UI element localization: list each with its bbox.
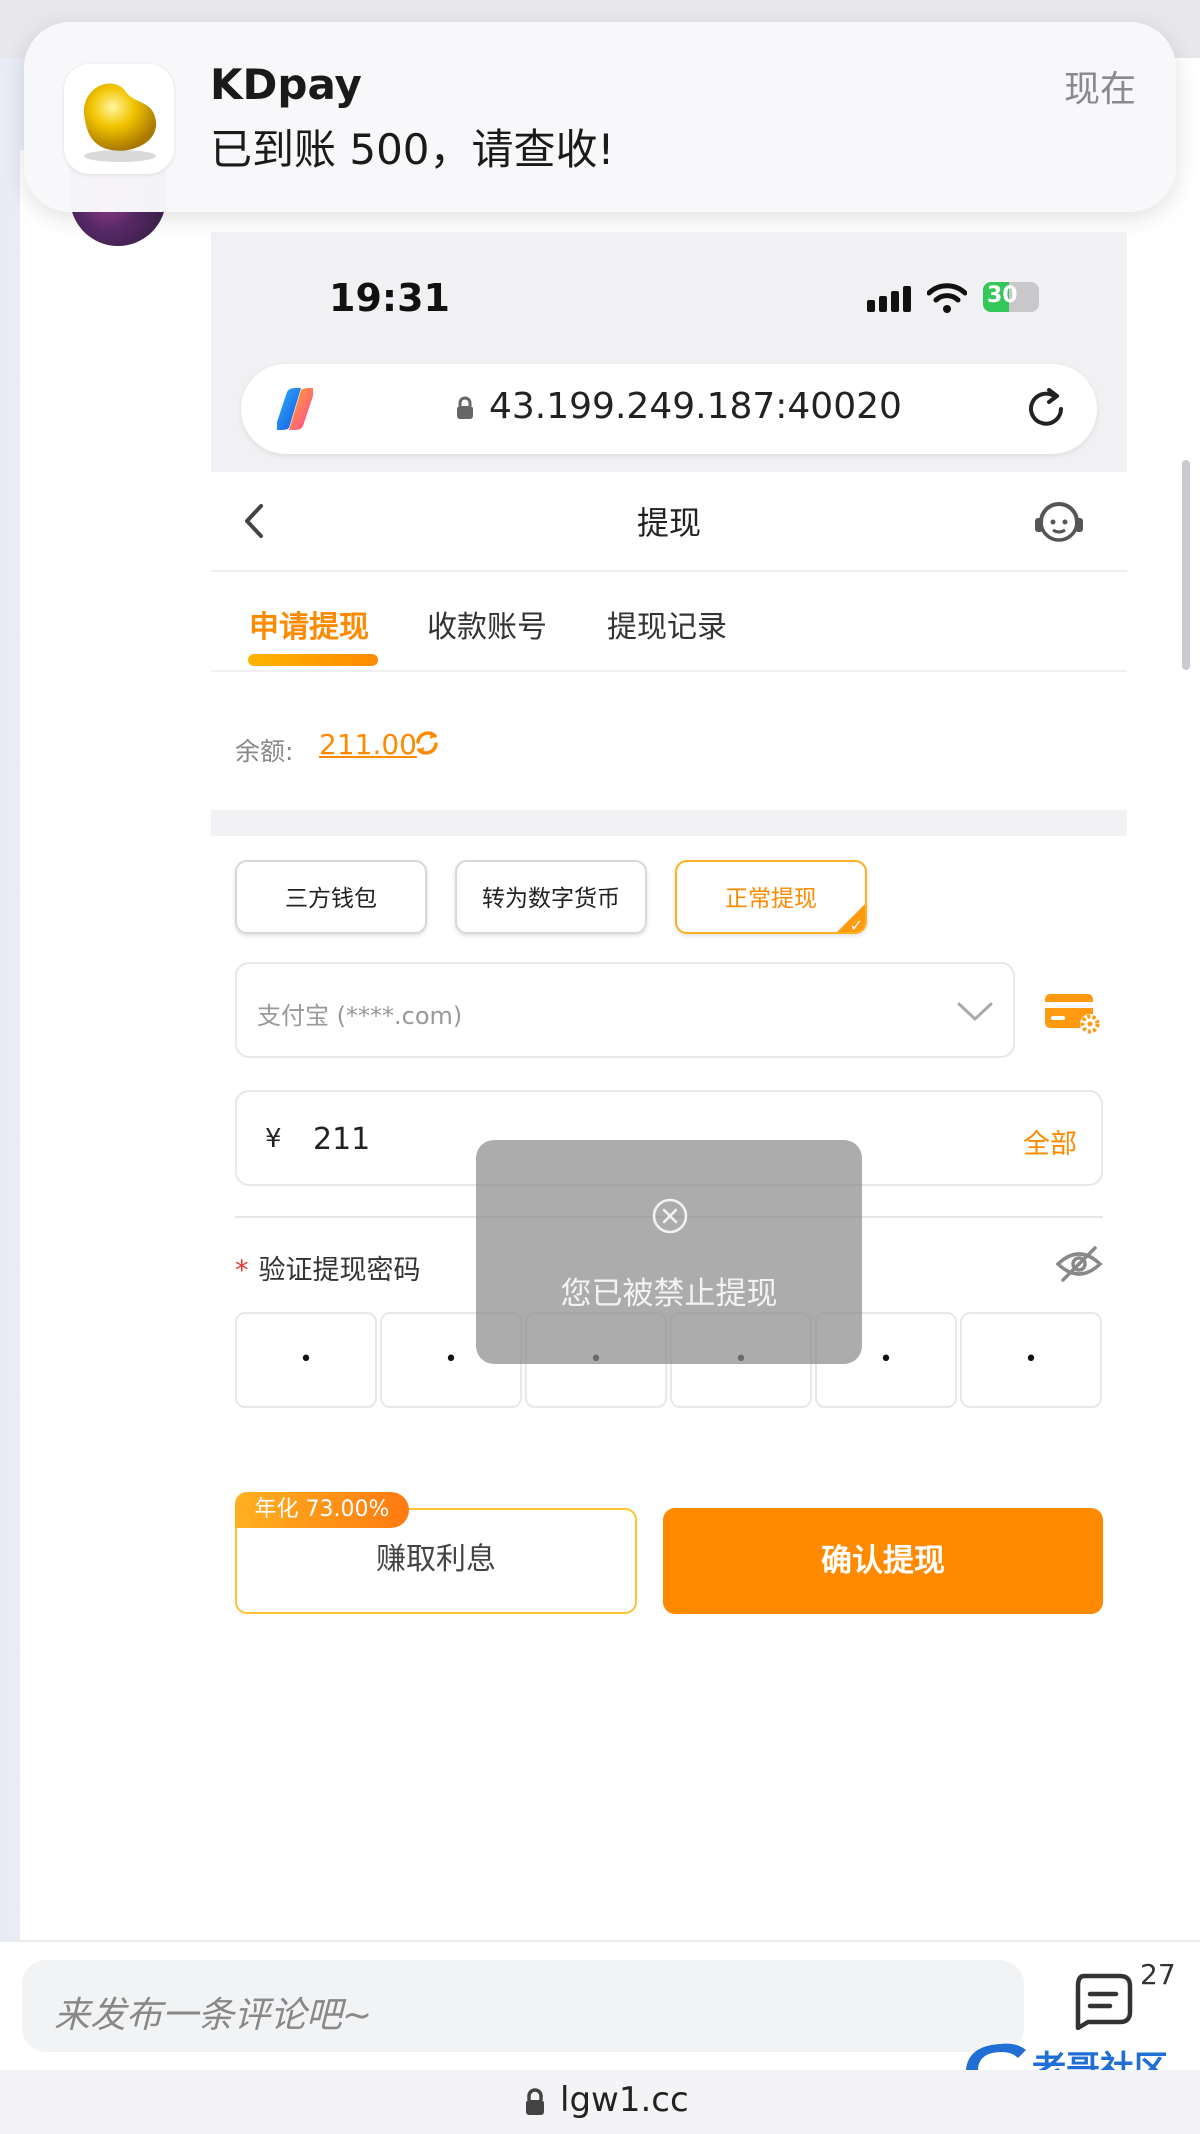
scrollbar[interactable] bbox=[1182, 460, 1190, 670]
lock-icon bbox=[455, 396, 475, 424]
url-text: 43.199.249.187:40020 bbox=[489, 386, 902, 427]
page-title: 提现 bbox=[636, 504, 701, 542]
tab-withdrawal-records[interactable]: 提现记录 bbox=[607, 602, 727, 646]
status-time: 19:31 bbox=[329, 276, 450, 320]
currency-symbol: ¥ bbox=[265, 1124, 282, 1154]
lock-icon bbox=[524, 2088, 546, 2120]
comment-count: 27 bbox=[1140, 1958, 1176, 1991]
password-digit[interactable]: • bbox=[235, 1312, 377, 1408]
required-mark: * bbox=[235, 1255, 249, 1286]
active-tab-indicator bbox=[248, 654, 378, 666]
password-label: * 验证提现密码 bbox=[235, 1248, 421, 1287]
notification-app-name: KDpay bbox=[210, 60, 362, 109]
tab-receiving-account[interactable]: 收款账号 bbox=[427, 602, 547, 646]
close-circle-icon bbox=[650, 1196, 690, 1240]
method-third-party-wallet[interactable]: 三方钱包 bbox=[235, 860, 427, 934]
battery-icon: 30 bbox=[983, 282, 1039, 312]
notification-banner[interactable]: KDpay 已到账 500，请查收! 现在 bbox=[24, 22, 1176, 212]
notification-time: 现在 bbox=[1063, 69, 1136, 110]
password-label-text: 验证提现密码 bbox=[258, 1255, 421, 1286]
error-toast: 您已被禁止提现 bbox=[476, 1140, 862, 1364]
domain-text: lgw1.cc bbox=[560, 2080, 689, 2120]
reload-icon[interactable] bbox=[1021, 384, 1071, 438]
confirm-withdrawal-button[interactable]: 确认提现 bbox=[663, 1508, 1103, 1614]
password-digit[interactable]: • bbox=[960, 1312, 1102, 1408]
comment-placeholder: 来发布一条评论吧~ bbox=[54, 1995, 373, 2036]
cellular-signal-icon bbox=[867, 286, 917, 316]
kdpay-app-icon bbox=[64, 64, 174, 174]
eye-slash-icon[interactable] bbox=[1055, 1244, 1103, 1288]
balance-label: 余额: bbox=[235, 737, 294, 766]
customer-service-icon[interactable] bbox=[1031, 494, 1087, 554]
method-normal-label: 正常提现 bbox=[725, 886, 817, 912]
comment-icon[interactable] bbox=[1070, 1972, 1134, 2034]
method-normal-withdrawal[interactable]: 正常提现 ✓ bbox=[675, 860, 867, 934]
page-header: 提现 bbox=[211, 472, 1127, 572]
apy-badge: 年化 73.00% bbox=[235, 1492, 409, 1528]
account-select[interactable]: 支付宝 (****.com) bbox=[235, 962, 1015, 1058]
battery-percentage: 30 bbox=[987, 283, 1018, 308]
tab-apply-withdrawal[interactable]: 申请提现 bbox=[249, 602, 369, 646]
toast-message: 您已被禁止提现 bbox=[560, 1276, 778, 1312]
withdraw-all-button[interactable]: 全部 bbox=[1023, 1122, 1077, 1161]
section-divider bbox=[211, 810, 1127, 836]
wifi-icon bbox=[926, 282, 968, 318]
card-settings-icon[interactable] bbox=[1043, 992, 1103, 1040]
check-icon: ✓ bbox=[849, 916, 863, 934]
method-convert-crypto[interactable]: 转为数字货币 bbox=[455, 860, 647, 934]
refresh-icon[interactable] bbox=[413, 728, 441, 762]
copilot-icon[interactable] bbox=[269, 384, 321, 438]
bottom-address-bar[interactable]: lgw1.cc bbox=[0, 2070, 1200, 2134]
embedded-screenshot: 19:31 30 43.199.249.187:40020 提现 申请提现 收款… bbox=[211, 232, 1127, 1932]
status-bar: 19:31 30 43.199.249.187:40020 bbox=[211, 232, 1127, 472]
amount-value: 211 bbox=[313, 1122, 371, 1157]
chevron-down-icon bbox=[957, 1002, 993, 1026]
balance-value[interactable]: 211.00 bbox=[319, 728, 417, 761]
comment-input[interactable]: 来发布一条评论吧~ bbox=[22, 1960, 1024, 2052]
account-select-value: 支付宝 (****.com) bbox=[257, 1002, 463, 1030]
address-bar[interactable]: 43.199.249.187:40020 bbox=[241, 364, 1097, 454]
tab-bar: 申请提现 收款账号 提现记录 bbox=[211, 572, 1127, 672]
notification-message: 已到账 500，请查收! bbox=[210, 125, 615, 174]
